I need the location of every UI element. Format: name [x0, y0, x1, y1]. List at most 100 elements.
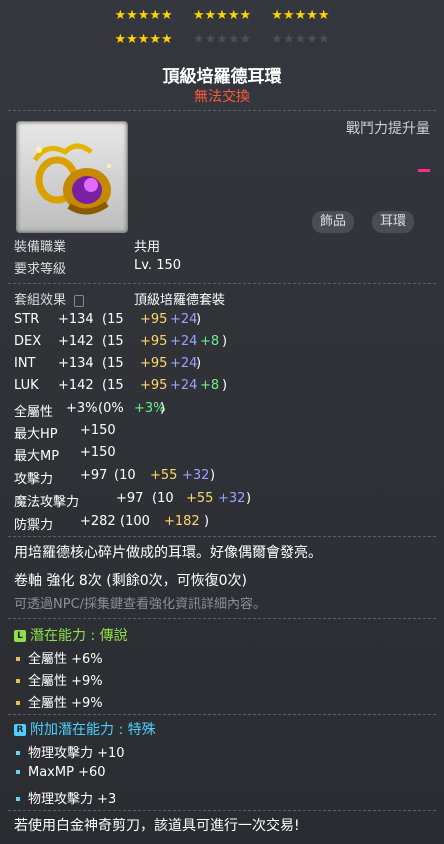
bonus-line: MaxMP +60 — [14, 765, 106, 780]
tag-category: 飾品 — [312, 211, 355, 233]
stat-flame: +95 — [140, 378, 168, 393]
divider — [8, 536, 436, 537]
level-label: 要求等級 — [14, 262, 67, 277]
potential-line: 全屬性 +6% — [14, 648, 103, 667]
stat-star: +24 — [170, 334, 198, 349]
stat-total: +142 — [58, 334, 94, 349]
stat-row-str: STR +134 (15 +95 +24 ) — [14, 312, 201, 327]
rare-grade-icon: R — [14, 724, 26, 736]
item-icon-box — [16, 121, 128, 233]
bullet-icon — [16, 678, 20, 683]
set-value: 頂級培羅德套裝 — [134, 293, 226, 308]
stat-name: 防禦力 — [14, 518, 54, 533]
stat-name: 最大MP — [14, 449, 60, 464]
stat-flame: +55 — [186, 491, 214, 506]
bonus-text: 物理攻擊力 +10 — [28, 746, 125, 761]
stat-name: 魔法攻擊力 — [14, 495, 80, 510]
stat-base: (10 — [114, 468, 136, 483]
stat-potential: +8 — [200, 378, 220, 393]
bullet-icon — [16, 656, 20, 661]
stat-row-dex: DEX +142 (15 +95 +24 +8 ) — [14, 334, 227, 349]
stat-total: +3% — [66, 401, 98, 416]
divider — [8, 110, 436, 111]
starforce-row-1: ★★★★★ ★★★★★ ★★★★★ — [0, 8, 444, 23]
bonus-line: 物理攻擊力 +3 — [14, 788, 116, 807]
stat-name: STR — [14, 312, 40, 327]
set-label: 套組效果 — [14, 293, 67, 308]
set-row: 套組效果 頂級培羅德套裝 — [14, 289, 225, 308]
stat-name: 最大HP — [14, 427, 58, 442]
upgrade-hint: 可透過NPC/採集鍵查看強化資訊詳細內容。 — [14, 597, 267, 612]
scroll-upgrade-info: 卷軸 強化 8次 (剩餘0次，可恢復0次) — [14, 573, 247, 589]
level-row: 要求等級 Lv. 150 — [14, 258, 181, 277]
earring-icon — [32, 143, 111, 215]
stat-flame: +55 — [150, 468, 178, 483]
stat-base: (10 — [152, 491, 174, 506]
divider — [8, 714, 436, 715]
bullet-icon — [16, 700, 20, 705]
potential-text: 全屬性 +9% — [28, 674, 103, 689]
potential-line: 全屬性 +9% — [14, 670, 103, 689]
bullet-icon — [16, 769, 20, 774]
stat-row-mp: 最大MP +150 — [14, 445, 116, 464]
legendary-grade-icon: L — [14, 630, 26, 642]
stat-end: ) — [222, 334, 228, 349]
stat-row-matk: 魔法攻擊力 +97 (10 +55 +32 ) — [14, 491, 251, 510]
stat-end: ) — [160, 401, 166, 416]
stat-total: +142 — [58, 378, 94, 393]
star-group: ★★★★★ — [114, 32, 173, 47]
stat-base: (15 — [102, 334, 124, 349]
stat-end: ) — [196, 356, 202, 371]
stat-star: +24 — [170, 378, 198, 393]
potential-line: 全屬性 +9% — [14, 692, 103, 711]
bonus-text: MaxMP +60 — [28, 765, 106, 780]
stat-total: +134 — [58, 356, 94, 371]
stat-end: ) — [204, 514, 210, 529]
potential-text: 全屬性 +6% — [28, 652, 103, 667]
stat-star: +32 — [182, 468, 210, 483]
stat-base: (15 — [102, 356, 124, 371]
bonus-text: 物理攻擊力 +3 — [28, 792, 117, 807]
potential-header: L 潛在能力 : 傳說 — [14, 625, 128, 645]
stat-name: LUK — [14, 378, 39, 393]
stat-name: INT — [14, 356, 36, 371]
stat-total: +97 — [80, 468, 108, 483]
stat-star: +24 — [170, 356, 198, 371]
bonus-title: 附加潛在能力 : 特殊 — [30, 722, 156, 738]
divider — [8, 618, 436, 619]
stat-flame: +95 — [140, 312, 168, 327]
trade-status: 無法交換 — [194, 89, 250, 105]
bonus-line: 物理攻擊力 +10 — [14, 742, 125, 761]
starforce-row-2: ★★★★★ ★★★★★ ★★★★★ — [0, 32, 444, 47]
level-value: Lv. 150 — [134, 258, 182, 273]
stat-row-int: INT +134 (15 +95 +24 ) — [14, 356, 201, 371]
bullet-icon — [16, 796, 20, 801]
tag-type: 耳環 — [372, 211, 415, 233]
stat-end: ) — [246, 491, 252, 506]
stat-flame: +182 — [164, 514, 200, 529]
stat-total: +97 — [116, 491, 144, 506]
item-description: 用培羅德核心碎片做成的耳環。好像偶爾會發亮。 — [14, 545, 322, 561]
divider — [8, 283, 436, 284]
star-group-empty: ★★★★★ — [271, 32, 330, 47]
stat-name: DEX — [14, 334, 42, 349]
stat-star: +32 — [218, 491, 246, 506]
bullet-icon — [16, 750, 20, 755]
stat-name: 攻擊力 — [14, 472, 54, 487]
stat-base: (15 — [102, 378, 124, 393]
star-group: ★★★★★ — [114, 8, 173, 23]
job-label: 裝備職業 — [14, 240, 67, 255]
potential-text: 全屬性 +9% — [28, 696, 103, 711]
footer-note: 若使用白金神奇剪刀，該道具可進行一次交易! — [14, 818, 300, 834]
stat-potential: +8 — [200, 334, 220, 349]
stat-row-atk: 攻擊力 +97 (10 +55 +32 ) — [14, 468, 215, 487]
stat-star: +24 — [170, 312, 198, 327]
stat-total: +150 — [80, 423, 116, 438]
stat-row-hp: 最大HP +150 — [14, 423, 116, 442]
job-row: 裝備職業 共用 — [14, 236, 160, 255]
item-name: 頂級培羅德耳環 — [162, 67, 282, 87]
job-value: 共用 — [134, 240, 161, 255]
stat-flame: +95 — [140, 356, 168, 371]
star-group: ★★★★★ — [192, 8, 252, 23]
stat-end: ) — [196, 312, 202, 327]
